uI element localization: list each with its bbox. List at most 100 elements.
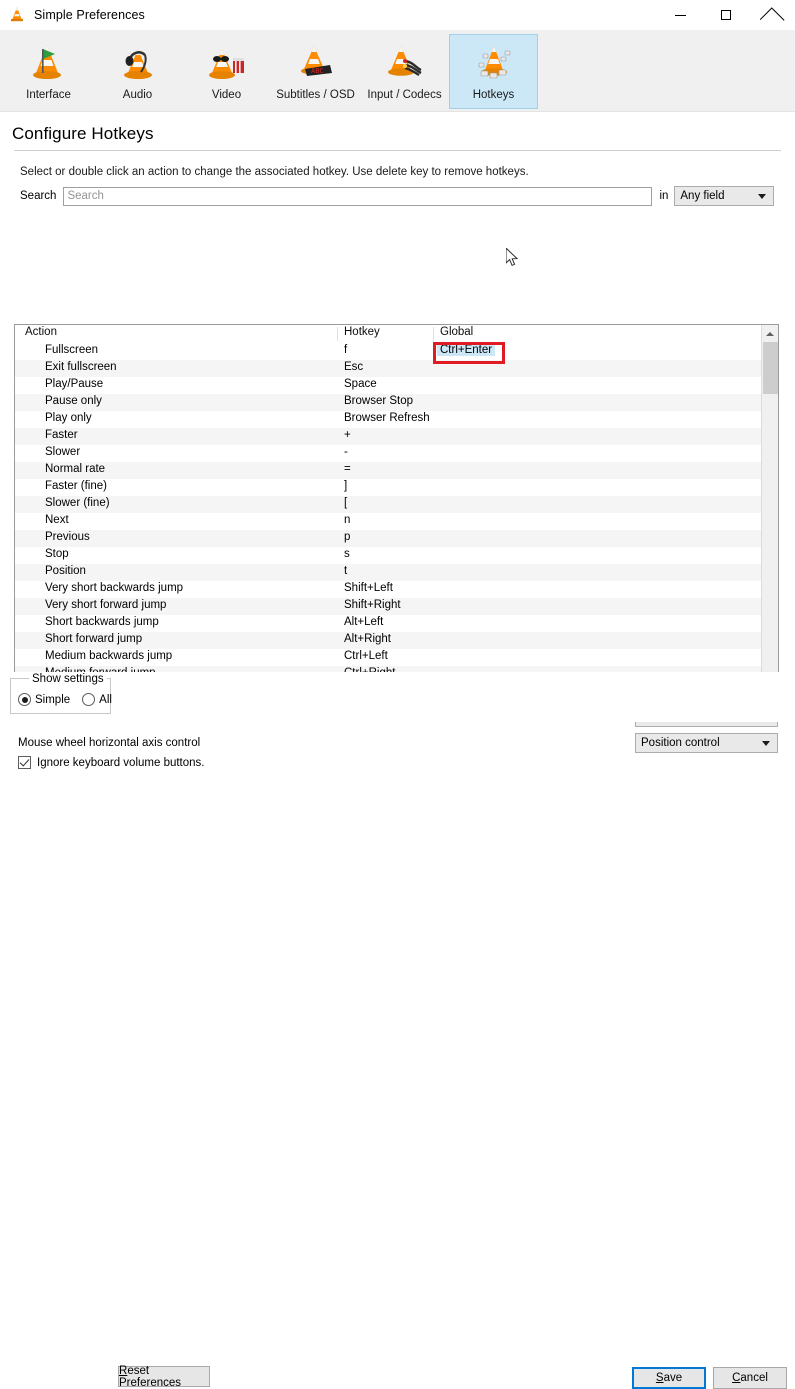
cell-hotkey[interactable]: Alt+Right bbox=[344, 633, 391, 645]
cell-action: Medium backwards jump bbox=[45, 650, 173, 662]
table-row[interactable]: Faster + bbox=[15, 428, 761, 445]
column-header-hotkey[interactable]: Hotkey bbox=[344, 326, 380, 338]
cell-hotkey[interactable]: Esc bbox=[344, 361, 363, 373]
cell-global[interactable]: Ctrl+Enter bbox=[437, 344, 496, 356]
show-settings-group: Show settings Simple All bbox=[10, 673, 112, 714]
table-row[interactable]: Position t bbox=[15, 564, 761, 581]
reset-mnemonic: R bbox=[119, 1364, 128, 1377]
cell-hotkey[interactable]: = bbox=[344, 463, 351, 475]
table-row[interactable]: Stop s bbox=[15, 547, 761, 564]
table-row[interactable]: Fullscreen f Ctrl+Enter bbox=[15, 343, 761, 360]
column-header-global[interactable]: Global bbox=[440, 326, 473, 338]
cell-hotkey[interactable]: ] bbox=[344, 480, 347, 492]
cell-hotkey[interactable]: f bbox=[344, 344, 347, 356]
cancel-label-rest: ancel bbox=[740, 1372, 768, 1384]
vlc-hotkeys-icon bbox=[470, 41, 518, 85]
minimize-button[interactable] bbox=[657, 0, 703, 30]
maximize-button[interactable] bbox=[703, 0, 749, 30]
title-bar: Simple Preferences bbox=[0, 0, 795, 30]
column-header-action[interactable]: Action bbox=[25, 326, 57, 338]
search-input[interactable] bbox=[63, 186, 653, 206]
toolbar-item-input-codecs[interactable]: Input / Codecs bbox=[360, 34, 449, 109]
chevron-up-icon bbox=[766, 331, 774, 336]
cell-hotkey[interactable]: Space bbox=[344, 378, 377, 390]
toolbar-item-label: Audio bbox=[122, 89, 153, 101]
table-row[interactable]: Exit fullscreen Esc bbox=[15, 360, 761, 377]
cell-hotkey[interactable]: Browser Stop bbox=[344, 395, 413, 407]
table-row[interactable]: Medium backwards jump Ctrl+Left bbox=[15, 649, 761, 666]
table-row[interactable]: Next n bbox=[15, 513, 761, 530]
cell-hotkey[interactable]: n bbox=[344, 514, 350, 526]
cell-hotkey[interactable]: t bbox=[344, 565, 347, 577]
cell-action: Fullscreen bbox=[45, 344, 99, 356]
scroll-up-button[interactable] bbox=[762, 325, 778, 342]
cell-hotkey[interactable]: [ bbox=[344, 497, 347, 509]
table-row[interactable]: Slower - bbox=[15, 445, 761, 462]
chevron-down-icon bbox=[758, 193, 767, 199]
search-field-select[interactable]: Any field bbox=[674, 186, 775, 206]
table-row[interactable]: Previous p bbox=[15, 530, 761, 547]
cell-hotkey[interactable]: Alt+Left bbox=[344, 616, 383, 628]
table-row[interactable]: Faster (fine)] bbox=[15, 479, 761, 496]
close-icon bbox=[766, 9, 779, 22]
show-settings-radios: Simple All bbox=[18, 693, 112, 706]
scrollbar-thumb[interactable] bbox=[763, 342, 778, 394]
ignore-volume-buttons-checkbox[interactable] bbox=[18, 756, 31, 769]
reset-preferences-button[interactable]: Reset Preferences bbox=[118, 1364, 210, 1389]
table-row[interactable]: Short forward jump Alt+Right bbox=[15, 632, 761, 649]
cell-hotkey[interactable]: + bbox=[344, 429, 351, 441]
toolbar-item-interface[interactable]: Interface bbox=[4, 34, 93, 109]
table-row[interactable]: Very short forward jump Shift+Right bbox=[15, 598, 761, 615]
cell-hotkey[interactable]: s bbox=[344, 548, 350, 560]
mouse-wheel-horizontal-label: Mouse wheel horizontal axis control bbox=[18, 737, 201, 749]
cell-hotkey[interactable]: Ctrl+Left bbox=[344, 650, 388, 662]
cell-hotkey[interactable]: p bbox=[344, 531, 350, 543]
svg-text:ABC: ABC bbox=[311, 67, 324, 75]
cell-action: Slower (fine) bbox=[45, 497, 110, 509]
cell-hotkey[interactable]: Browser Refresh bbox=[344, 412, 430, 424]
cell-hotkey[interactable]: - bbox=[344, 446, 348, 458]
cell-action: Slower bbox=[45, 446, 81, 458]
close-button[interactable] bbox=[749, 0, 795, 30]
mouse-cursor bbox=[505, 246, 520, 269]
search-row: Search in Any field bbox=[0, 178, 795, 206]
radio-simple[interactable] bbox=[18, 693, 31, 706]
toolbar-item-subtitles-osd[interactable]: ABC Subtitles / OSD bbox=[271, 34, 360, 109]
table-row[interactable]: Short backwards jump Alt+Left bbox=[15, 615, 761, 632]
mouse-wheel-horizontal-select[interactable]: Position control bbox=[635, 733, 778, 753]
table-vertical-scrollbar[interactable] bbox=[761, 325, 778, 688]
cell-action: Short forward jump bbox=[45, 633, 143, 645]
ignore-volume-buttons-row[interactable]: Ignore keyboard volume buttons. bbox=[18, 756, 205, 769]
dialog-footer: Show settings Simple All Reset Preferenc… bbox=[0, 672, 795, 1389]
cancel-button[interactable]: Cancel bbox=[713, 1367, 787, 1389]
hotkeys-table[interactable]: Action Hotkey Global Fullscreen f Ctrl+Ent… bbox=[14, 324, 779, 689]
search-field-value: Any field bbox=[680, 190, 725, 202]
table-row[interactable]: Normal rate = bbox=[15, 462, 761, 479]
cell-hotkey[interactable]: Shift+Right bbox=[344, 599, 401, 611]
toolbar-item-video[interactable]: Video bbox=[182, 34, 271, 109]
toolbar-item-label: Input / Codecs bbox=[367, 89, 442, 101]
save-button[interactable]: Save bbox=[632, 1367, 706, 1389]
column-separator bbox=[337, 327, 338, 341]
save-label-rest: ave bbox=[663, 1372, 683, 1384]
column-separator bbox=[433, 327, 434, 341]
cell-hotkey[interactable]: Shift+Left bbox=[344, 582, 393, 594]
radio-all[interactable] bbox=[82, 693, 96, 706]
mouse-wheel-horizontal-value: Position control bbox=[641, 737, 720, 749]
page-title: Configure Hotkeys bbox=[12, 124, 154, 143]
radio-all-label: All bbox=[99, 693, 112, 706]
toolbar-item-label: Video bbox=[211, 89, 242, 101]
vlc-cone-icon bbox=[8, 6, 26, 24]
table-row[interactable]: Play/Pause Space bbox=[15, 377, 761, 394]
table-row[interactable]: Play only Browser Refresh bbox=[15, 411, 761, 428]
table-row[interactable]: Very short backwards jump Shift+Left bbox=[15, 581, 761, 598]
minimize-icon bbox=[674, 14, 686, 16]
hotkeys-hint-text: Select or double click an action to chan… bbox=[20, 166, 529, 178]
cell-action: Normal rate bbox=[45, 463, 106, 475]
vlc-subtitles-icon: ABC bbox=[292, 41, 340, 85]
toolbar-item-audio[interactable]: Audio bbox=[93, 34, 182, 109]
toolbar-item-hotkeys[interactable]: Hotkeys bbox=[449, 34, 538, 109]
table-row[interactable]: Slower (fine) [ bbox=[15, 496, 761, 513]
toolbar-item-label: Subtitles / OSD bbox=[276, 89, 355, 101]
table-row[interactable]: Pause only Browser Stop bbox=[15, 394, 761, 411]
